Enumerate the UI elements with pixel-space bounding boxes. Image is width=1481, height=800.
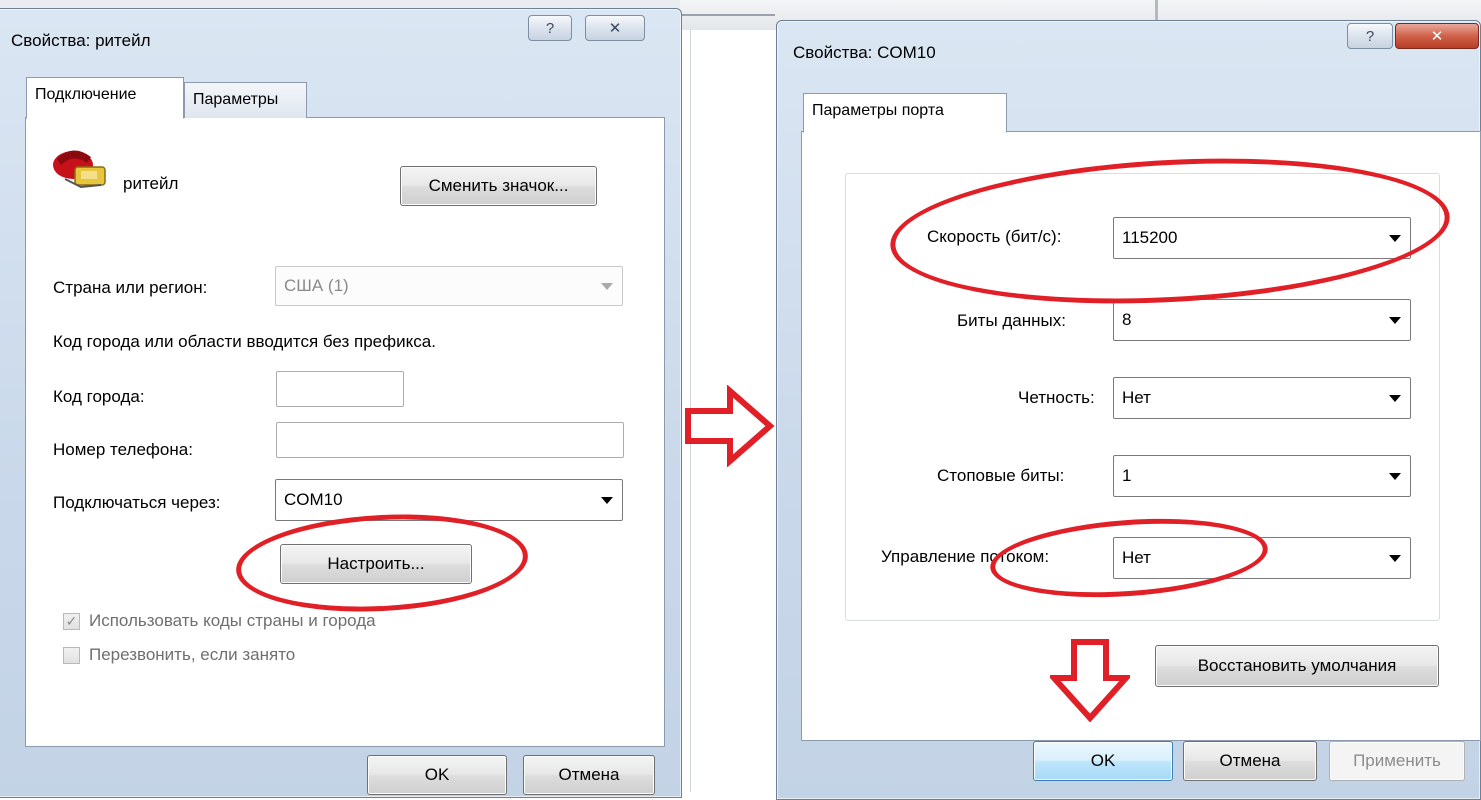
chevron-down-icon [1389,317,1401,324]
ok-button[interactable]: OK [367,755,507,795]
button-label: Восстановить умолчания [1197,656,1397,675]
area-code-field[interactable] [276,371,404,407]
chevron-down-icon [1389,395,1401,402]
close-button[interactable]: ✕ [585,15,645,41]
configure-button[interactable]: Настроить... [280,544,472,584]
button-label: Настроить... [327,554,425,573]
tab-parameters[interactable]: Параметры [184,82,307,118]
chevron-down-icon [1389,473,1401,480]
chevron-down-icon [1389,235,1401,242]
select-value: COM10 [284,490,343,509]
cancel-button[interactable]: Отмена [1183,741,1317,781]
chevron-down-icon [601,497,613,504]
help-button[interactable]: ? [528,15,572,41]
select-value: 1 [1122,466,1132,485]
connect-via-label: Подключаться через: [53,493,221,512]
select-value: Нет [1122,388,1151,407]
parity-select[interactable]: Нет [1113,377,1411,419]
change-icon-button[interactable]: Сменить значок... [400,166,597,206]
stop-bits-select[interactable]: 1 [1113,455,1411,497]
select-value: США (1) [284,276,349,295]
connection-name: ритейл [123,174,179,193]
ok-button[interactable]: OK [1033,741,1173,781]
redial-label: Перезвонить, если занято [89,645,296,664]
button-label: Применить [1353,751,1441,770]
help-icon: ? [1365,27,1375,45]
tab-label: Параметры [193,91,279,108]
telephone-icon [53,150,106,189]
area-code-label: Код города: [53,387,145,406]
redial-checkbox[interactable] [63,647,80,664]
close-icon: ✕ [608,20,622,37]
select-value: 8 [1122,310,1132,329]
data-bits-label: Биты данных: [957,311,1066,330]
close-button[interactable]: ✕ [1395,23,1479,49]
flow-control-select[interactable]: Нет [1113,537,1411,579]
arrow-right-icon [685,385,775,467]
tab-port-settings[interactable]: Параметры порта [803,93,1007,133]
parity-label: Четность: [1018,388,1095,407]
button-label: OK [1090,751,1116,770]
button-label: Сменить значок... [428,176,569,195]
help-icon: ? [545,19,555,37]
apply-button[interactable]: Применить [1329,741,1465,781]
phone-label: Номер телефона: [53,440,193,459]
speed-select[interactable]: 115200 [1113,217,1411,259]
country-select[interactable]: США (1) [275,266,623,306]
select-value: Нет [1122,548,1151,567]
tab-connection[interactable]: Подключение [26,77,184,119]
use-country-code-checkbox[interactable]: ✓ [63,613,80,630]
stop-bits-label: Стоповые биты: [937,466,1065,485]
button-label: Отмена [1219,751,1281,770]
close-icon: ✕ [1430,28,1444,45]
button-label: OK [424,765,450,784]
cancel-button[interactable]: Отмена [523,755,655,795]
data-bits-select[interactable]: 8 [1113,299,1411,341]
restore-defaults-button[interactable]: Восстановить умолчания [1155,645,1439,687]
background-window-line [680,14,775,16]
phone-field[interactable] [276,422,624,458]
flow-control-label: Управление потоком: [881,547,1050,566]
right-dialog-title: Свойства: COM10 [793,43,936,62]
help-button[interactable]: ? [1347,23,1393,49]
tab-label: Подключение [35,86,137,103]
button-label: Отмена [558,765,620,784]
country-label: Страна или регион: [53,278,208,297]
speed-label: Скорость (бит/с): [927,227,1062,246]
area-code-hint: Код города или области вводится без преф… [53,332,436,351]
chevron-down-icon [601,283,613,290]
chevron-down-icon [1389,555,1401,562]
left-dialog: Свойства: ритейл ? ✕ Параметры Подключен… [0,8,682,798]
arrow-down-icon [1050,639,1130,722]
left-dialog-title: Свойства: ритейл [11,31,151,50]
connect-via-select[interactable]: COM10 [275,479,623,521]
use-country-code-label: Использовать коды страны и города [89,611,376,630]
tab-label: Параметры порта [812,102,944,119]
select-value: 115200 [1122,228,1178,247]
